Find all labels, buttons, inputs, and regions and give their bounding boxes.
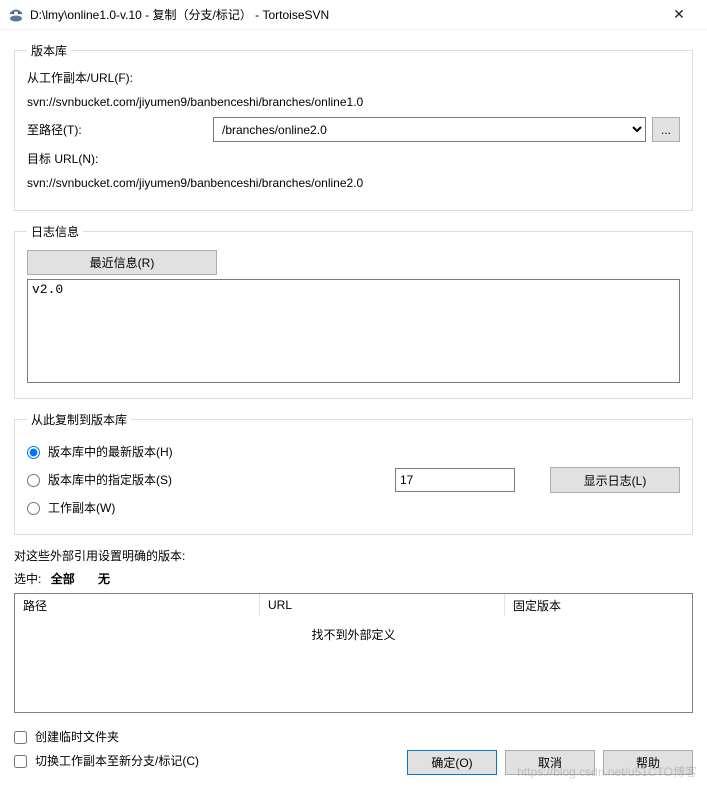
externals-label: 对这些外部引用设置明确的版本: bbox=[14, 547, 693, 564]
chk-intermediate[interactable]: 创建临时文件夹 bbox=[14, 727, 399, 747]
radio-head[interactable]: 版本库中的最新版本(H) bbox=[27, 442, 680, 462]
radio-specific-label: 版本库中的指定版本(S) bbox=[48, 470, 172, 490]
cancel-button[interactable]: 取消 bbox=[505, 750, 595, 775]
target-url-label: 目标 URL(N): bbox=[27, 150, 680, 168]
radio-head-label: 版本库中的最新版本(H) bbox=[48, 442, 173, 462]
repository-group: 版本库 从工作副本/URL(F): svn://svnbucket.com/ji… bbox=[14, 42, 693, 211]
to-path-combo[interactable]: /branches/online2.0 bbox=[213, 117, 646, 142]
help-button[interactable]: 帮助 bbox=[603, 750, 693, 775]
browse-button[interactable]: ... bbox=[652, 117, 680, 142]
close-button[interactable]: ✕ bbox=[659, 6, 699, 23]
recent-messages-button[interactable]: 最近信息(R) bbox=[27, 250, 217, 275]
col-path[interactable]: 路径 bbox=[15, 594, 260, 616]
chk-switch[interactable]: 切换工作副本至新分支/标记(C) bbox=[14, 751, 399, 771]
externals-select-all[interactable]: 全部 bbox=[51, 572, 75, 586]
externals-select-none[interactable]: 无 bbox=[98, 572, 110, 586]
from-url-value: svn://svnbucket.com/jiyumen9/banbenceshi… bbox=[27, 93, 680, 111]
repository-legend: 版本库 bbox=[27, 42, 71, 59]
radio-head-input[interactable] bbox=[27, 446, 40, 459]
col-url[interactable]: URL bbox=[260, 594, 505, 616]
externals-empty: 找不到外部定义 bbox=[15, 616, 692, 643]
app-icon bbox=[8, 7, 24, 23]
log-legend: 日志信息 bbox=[27, 223, 83, 240]
externals-group: 对这些外部引用设置明确的版本: 选中: 全部 无 路径 URL 固定版本 找不到… bbox=[14, 547, 693, 713]
chk-intermediate-input[interactable] bbox=[14, 731, 27, 744]
log-group: 日志信息 最近信息(R) bbox=[14, 223, 693, 399]
revision-input[interactable] bbox=[395, 468, 515, 492]
chk-intermediate-label: 创建临时文件夹 bbox=[35, 727, 119, 747]
target-url-value: svn://svnbucket.com/jiyumen9/banbenceshi… bbox=[27, 174, 680, 192]
externals-select-row: 选中: 全部 无 bbox=[14, 570, 693, 587]
externals-table: 路径 URL 固定版本 找不到外部定义 bbox=[14, 593, 693, 713]
radio-wc-label: 工作副本(W) bbox=[48, 498, 115, 518]
externals-header: 路径 URL 固定版本 bbox=[15, 594, 692, 616]
radio-wc-input[interactable] bbox=[27, 502, 40, 515]
log-message-input[interactable] bbox=[27, 279, 680, 383]
radio-wc[interactable]: 工作副本(W) bbox=[27, 498, 680, 518]
radio-specific[interactable]: 版本库中的指定版本(S) bbox=[27, 470, 347, 490]
externals-select-prefix: 选中: bbox=[14, 572, 41, 586]
window-title: D:\lmy\online1.0-v.10 - 复制（分支/标记） - Tort… bbox=[30, 6, 659, 23]
chk-switch-input[interactable] bbox=[14, 755, 27, 768]
titlebar: D:\lmy\online1.0-v.10 - 复制（分支/标记） - Tort… bbox=[0, 0, 707, 30]
copy-source-legend: 从此复制到版本库 bbox=[27, 411, 131, 428]
col-rev[interactable]: 固定版本 bbox=[505, 594, 692, 616]
radio-specific-input[interactable] bbox=[27, 474, 40, 487]
show-log-button[interactable]: 显示日志(L) bbox=[550, 467, 680, 493]
copy-source-group: 从此复制到版本库 版本库中的最新版本(H) 版本库中的指定版本(S) 显示日志(… bbox=[14, 411, 693, 535]
to-path-label: 至路径(T): bbox=[27, 121, 207, 138]
from-url-label: 从工作副本/URL(F): bbox=[27, 69, 680, 87]
ok-button[interactable]: 确定(O) bbox=[407, 750, 497, 775]
bottom-row: 创建临时文件夹 切换工作副本至新分支/标记(C) 确定(O) 取消 帮助 bbox=[14, 727, 693, 775]
chk-switch-label: 切换工作副本至新分支/标记(C) bbox=[35, 751, 199, 771]
